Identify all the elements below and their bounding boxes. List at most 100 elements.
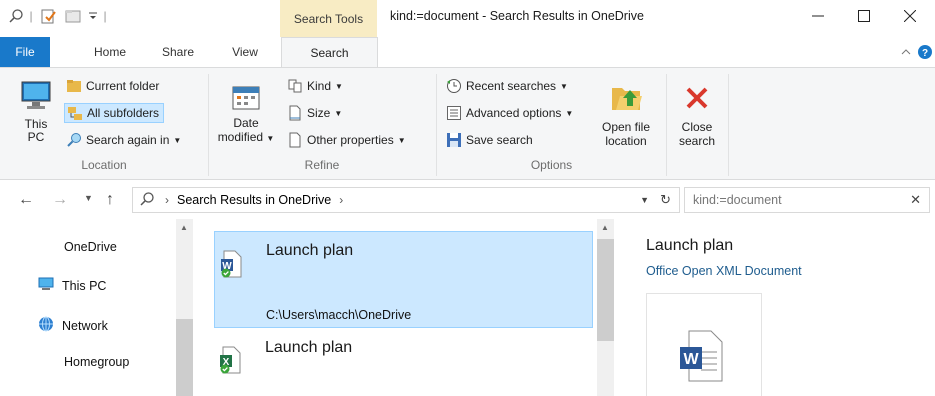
this-pc-label: This PC — [24, 117, 48, 144]
list-item[interactable]: W Launch plan C:\Users\macch\OneDrive — [214, 231, 593, 328]
address-row: ← → ▼ ↑ › Search Results in OneDrive › ▼… — [0, 181, 935, 219]
nav-item-this-pc[interactable]: This PC — [38, 277, 106, 294]
close-button[interactable] — [887, 0, 933, 32]
preview-thumbnail: W — [646, 293, 762, 396]
all-subfolders-label: All subfolders — [87, 106, 160, 120]
search-again-label: Search again in — [86, 133, 170, 147]
other-properties-button[interactable]: Other properties ▼ — [287, 132, 406, 148]
customize-toolbar-icon[interactable] — [86, 6, 100, 26]
new-folder-icon[interactable] — [62, 6, 84, 26]
back-button[interactable]: ← — [18, 191, 34, 209]
refine-group-label: Refine — [304, 158, 340, 172]
ribbon-tabs: File Home Share View Search ? — [0, 37, 935, 68]
other-properties-icon — [287, 132, 303, 148]
dropdown-arrow-icon: ▼ — [560, 81, 568, 91]
chevron-right-icon: › — [165, 193, 169, 207]
up-button[interactable]: ↑ — [106, 191, 114, 209]
all-subfolders-button[interactable]: All subfolders — [64, 103, 165, 123]
save-search-button[interactable]: Save search — [446, 132, 533, 148]
search-again-icon — [66, 132, 82, 148]
size-button[interactable]: Size ▼ — [287, 105, 342, 121]
dropdown-arrow-icon: ▼ — [335, 81, 343, 91]
nav-item-onedrive[interactable]: OneDrive — [64, 240, 117, 254]
open-file-location-button[interactable]: Open file location — [594, 80, 658, 148]
scroll-up-icon[interactable]: ▲ — [180, 223, 188, 232]
search-input[interactable]: kind:=document — [693, 193, 782, 207]
preview-pane: Launch plan Office Open XML Document W — [628, 219, 935, 396]
nav-scroll-thumb[interactable] — [176, 319, 193, 396]
svg-text:?: ? — [922, 48, 928, 59]
word-document-icon: W — [679, 330, 723, 385]
qa-separator: | — [29, 9, 33, 23]
advanced-options-icon — [446, 105, 462, 121]
forward-button[interactable]: → — [52, 191, 68, 209]
word-document-icon: W — [220, 250, 242, 281]
file-list: W Launch plan C:\Users\macch\OneDrive X … — [193, 219, 614, 396]
subfolders-icon — [67, 105, 83, 121]
size-label: Size — [307, 106, 331, 120]
date-modified-label-line2: modified ▼ — [217, 130, 275, 144]
open-folder-icon — [608, 80, 644, 116]
nav-item-network[interactable]: Network — [38, 316, 108, 335]
help-icon[interactable]: ? — [916, 37, 934, 67]
this-pc-button[interactable]: This PC — [14, 78, 58, 144]
save-search-label: Save search — [466, 133, 533, 147]
scroll-up-icon[interactable]: ▲ — [601, 223, 609, 232]
current-folder-button[interactable]: Current folder — [66, 78, 159, 94]
recent-locations-button[interactable]: ▼ — [84, 193, 93, 203]
date-modified-button[interactable]: Date modified ▼ — [214, 82, 278, 146]
chevron-right-icon[interactable]: › — [339, 193, 343, 207]
open-file-location-label-line2: location — [605, 134, 647, 148]
minimize-button[interactable] — [795, 0, 841, 32]
this-pc-icon — [18, 78, 54, 114]
close-search-button[interactable]: Close search — [672, 80, 722, 148]
kind-button[interactable]: Kind ▼ — [287, 78, 343, 94]
clear-search-icon[interactable]: ✕ — [910, 192, 921, 208]
recent-searches-button[interactable]: Recent searches ▼ — [446, 78, 568, 94]
tab-file[interactable]: File — [0, 37, 50, 67]
collapse-ribbon-icon[interactable] — [898, 37, 914, 67]
maximize-button[interactable] — [841, 0, 887, 32]
refresh-icon[interactable]: ↻ — [660, 192, 671, 208]
tab-share[interactable]: Share — [150, 37, 206, 67]
preview-title: Launch plan — [646, 237, 734, 254]
recent-searches-icon — [446, 78, 462, 94]
properties-icon[interactable] — [38, 6, 60, 26]
file-name: Launch plan — [265, 339, 353, 356]
current-folder-label: Current folder — [86, 79, 160, 93]
search-again-in-button[interactable]: Search again in ▼ — [66, 132, 181, 148]
search-box[interactable]: kind:=document ✕ — [684, 187, 930, 213]
breadcrumb[interactable]: Search Results in OneDrive — [177, 193, 331, 207]
open-file-location-label-line1: Open file — [601, 120, 651, 134]
date-modified-label-line1: Date — [233, 116, 259, 130]
options-group-label: Options — [530, 158, 573, 172]
tab-home[interactable]: Home — [80, 37, 140, 67]
size-icon — [287, 105, 303, 121]
dropdown-arrow-icon: ▼ — [173, 135, 182, 145]
title-bar: | | Search Tools kind:=document - Search… — [0, 0, 935, 37]
location-group-label: Location — [81, 158, 127, 172]
advanced-options-button[interactable]: Advanced options ▼ — [446, 105, 573, 121]
network-icon — [38, 316, 54, 335]
tab-search[interactable]: Search — [281, 37, 378, 68]
save-icon — [446, 132, 462, 148]
svg-text:W: W — [683, 351, 699, 368]
file-list-scroll-thumb[interactable] — [597, 239, 614, 341]
address-history-dropdown[interactable]: ▼ — [640, 195, 649, 205]
recent-searches-label: Recent searches — [466, 79, 557, 93]
address-bar[interactable]: › Search Results in OneDrive › ▼ ↻ — [132, 187, 680, 213]
search-tools-context-label: Search Tools — [280, 0, 377, 37]
preview-file-type: Office Open XML Document — [646, 264, 802, 278]
list-item[interactable]: X Launch plan — [214, 329, 593, 396]
calendar-icon — [230, 82, 262, 112]
file-path: C:\Users\macch\OneDrive — [266, 308, 412, 322]
group-divider — [728, 74, 729, 176]
search-icon[interactable] — [6, 6, 26, 26]
folder-icon — [66, 78, 82, 94]
navigation-pane: OneDrive This PC Network Homegroup ▲ — [0, 219, 193, 396]
kind-label: Kind — [307, 79, 332, 93]
group-divider — [666, 74, 667, 176]
nav-item-homegroup[interactable]: Homegroup — [64, 355, 129, 369]
tab-view[interactable]: View — [216, 37, 274, 67]
qa-separator: | — [103, 9, 107, 23]
